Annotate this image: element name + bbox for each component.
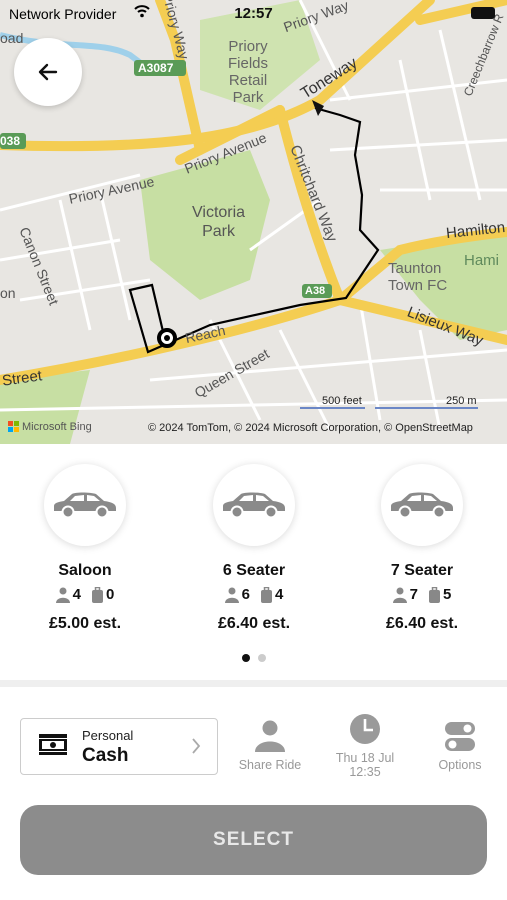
arrow-left-icon	[38, 63, 58, 81]
toggle-options-icon	[415, 712, 505, 752]
vehicle-carousel[interactable]: Saloon 4 0 £5.00 est. 6 Seater 6 4 £6.40…	[0, 444, 507, 680]
map-label-priory-fields: Priory Fields Retail Park	[228, 38, 269, 106]
scale-feet: 500 feet	[322, 395, 362, 407]
schedule-date: Thu 18 Jul	[335, 751, 395, 765]
car-icon	[54, 492, 116, 519]
vehicle-name: Saloon	[58, 562, 112, 579]
carousel-pagination	[0, 654, 507, 662]
car-icon	[391, 492, 453, 519]
car-icon-container	[44, 464, 126, 546]
car-icon	[223, 492, 285, 519]
luggage-count: 5	[443, 586, 452, 603]
vehicle-price: £5.00 est.	[48, 615, 122, 632]
vehicle-capacity: 4 0	[15, 586, 155, 603]
bing-logo: Microsoft Bing	[22, 421, 92, 433]
map-label-taunton-town-fc: Taunton Town FC	[388, 260, 448, 294]
share-ride-button[interactable]: Share Ride	[225, 712, 315, 772]
map-attribution[interactable]: © 2024 TomTom, © 2024 Microsoft Corporat…	[148, 422, 473, 434]
clock-icon	[320, 713, 410, 745]
page-dot-active[interactable]	[241, 654, 250, 662]
vehicle-option-6-seater[interactable]: 6 Seater 6 4 £6.40 est.	[184, 464, 324, 633]
passenger-count: 6	[241, 586, 250, 603]
vehicle-capacity: 7 5	[352, 586, 492, 603]
status-time: 12:57	[234, 5, 273, 22]
vehicle-option-7-seater[interactable]: 7 Seater 7 5 £6.40 est.	[352, 464, 492, 633]
vehicle-capacity: 6 4	[184, 586, 324, 603]
map-label-hami: Hami	[464, 252, 500, 269]
car-icon-container	[381, 464, 463, 546]
map-label-on: on	[0, 285, 16, 301]
person-icon	[225, 712, 315, 752]
share-ride-label: Share Ride	[238, 758, 302, 772]
select-button[interactable]: SELECT	[20, 805, 487, 875]
payment-method-selector[interactable]: Personal Cash	[20, 718, 218, 775]
scale-meters: 250 m	[446, 395, 477, 407]
luggage-icon	[429, 586, 440, 603]
luggage-count: 0	[106, 586, 115, 603]
back-button[interactable]	[14, 38, 82, 106]
map-label-oad: oad	[0, 30, 24, 46]
schedule-time: 12:35	[349, 765, 381, 779]
schedule-time-button[interactable]: Thu 18 Jul 12:35	[320, 713, 410, 779]
car-icon-container	[213, 464, 295, 546]
luggage-count: 4	[275, 586, 284, 603]
vehicle-option-saloon[interactable]: Saloon 4 0 £5.00 est.	[15, 464, 155, 633]
road-label-038: 038	[0, 134, 21, 148]
passenger-icon	[392, 587, 407, 603]
vehicle-price: £6.40 est.	[385, 615, 459, 632]
luggage-icon	[261, 586, 272, 603]
chevron-right-icon	[191, 737, 201, 760]
road-label-a38: A38	[305, 285, 326, 297]
map-label-victoria-park: Victoria Park	[192, 204, 246, 240]
payment-method-value: Cash	[82, 745, 129, 766]
vehicle-price: £6.40 est.	[217, 615, 291, 632]
options-label: Options	[438, 758, 482, 772]
passenger-count: 7	[409, 586, 418, 603]
payment-type-label: Personal	[82, 728, 134, 743]
battery-icon	[471, 7, 495, 19]
passenger-count: 4	[72, 586, 81, 603]
vehicle-name: 7 Seater	[390, 562, 454, 579]
status-bar: Network Provider 12:57	[0, 0, 507, 28]
options-button[interactable]: Options	[415, 712, 505, 772]
luggage-icon	[92, 586, 103, 603]
section-divider	[0, 680, 507, 687]
page-dot[interactable]	[257, 654, 266, 662]
cash-icon	[39, 734, 67, 761]
road-label-a3087: A3087	[138, 61, 174, 75]
passenger-icon	[55, 587, 70, 603]
passenger-icon	[224, 587, 239, 603]
vehicle-name: 6 Seater	[222, 562, 286, 579]
